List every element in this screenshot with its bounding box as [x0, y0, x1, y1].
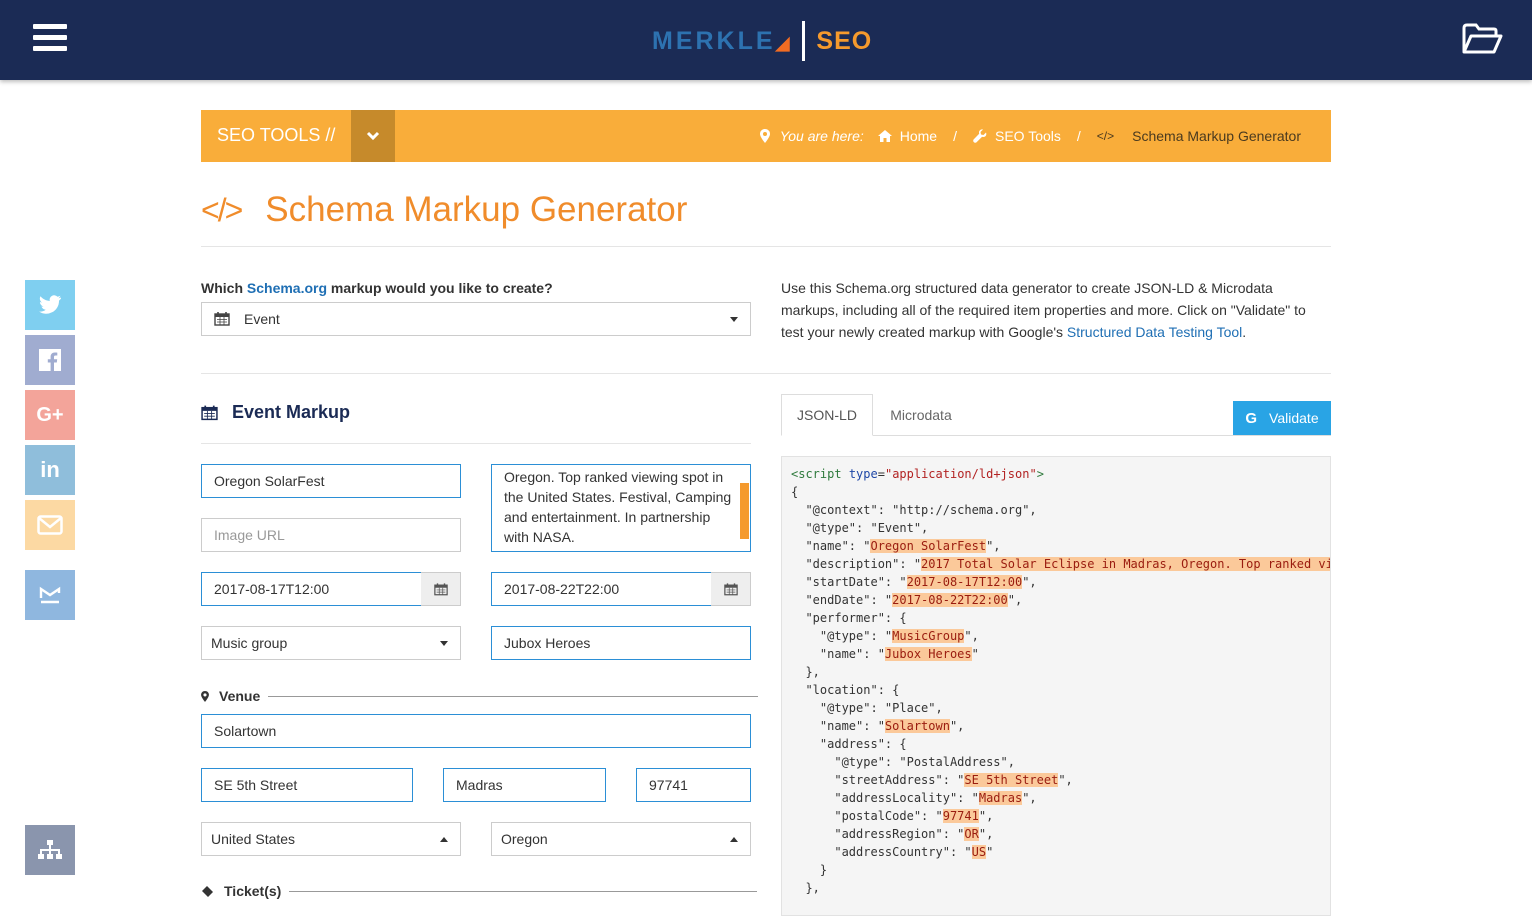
logo-seo-text: SEO	[816, 26, 873, 55]
page-title-text: Schema Markup Generator	[265, 190, 688, 229]
chevron-up-icon	[730, 837, 738, 842]
city-input[interactable]: Madras	[443, 768, 606, 802]
performer-name-input[interactable]: Jubox Heroes	[491, 626, 751, 660]
home-icon	[877, 130, 892, 142]
breadcrumb-current: Schema Markup Generator	[1132, 128, 1301, 144]
ticket-icon	[202, 885, 213, 897]
breadcrumb-bar: SEO TOOLS // You are here: Home / SEO To…	[201, 110, 1331, 162]
schema-question: Which Schema.org markup would you like t…	[201, 280, 553, 296]
venue-legend: Venue	[201, 688, 759, 704]
end-date-input[interactable]: 2017-08-22T22:00	[491, 572, 712, 606]
breadcrumb-seo-tools-link[interactable]: SEO Tools	[995, 128, 1061, 144]
calendar-icon	[201, 405, 218, 420]
tools-dropdown-button[interactable]	[351, 110, 395, 162]
venue-name-input[interactable]: Solartown	[201, 714, 751, 748]
breadcrumb-home-link[interactable]: Home	[900, 128, 937, 144]
calendar-icon[interactable]	[421, 572, 461, 606]
code-icon: </>	[1096, 129, 1115, 143]
sitemap-icon[interactable]	[25, 825, 75, 875]
calendar-icon[interactable]	[711, 572, 751, 606]
top-bar: MERKLE ◢ SEO	[0, 0, 1532, 80]
wrench-icon	[973, 129, 987, 143]
start-date-input[interactable]: 2017-08-17T12:00	[201, 572, 422, 606]
chevron-down-icon	[440, 641, 448, 646]
twitter-icon[interactable]	[25, 280, 75, 330]
chevron-up-icon	[440, 837, 448, 842]
merkle-seo-logo[interactable]: MERKLE ◢ SEO	[652, 20, 872, 62]
tickets-legend: Ticket(s)	[201, 883, 758, 899]
schema-type-select[interactable]: Event	[201, 302, 751, 336]
logo-merkle-text: MERKLE	[652, 26, 776, 55]
event-markup-title: Event Markup	[201, 402, 350, 423]
google-icon: G	[1245, 409, 1258, 427]
image-url-input[interactable]: Image URL	[201, 518, 461, 552]
postal-code-input[interactable]: 97741	[636, 768, 751, 802]
street-address-input[interactable]: SE 5th Street	[201, 768, 413, 802]
merkle-icon[interactable]	[25, 570, 75, 620]
chevron-down-icon	[366, 131, 380, 141]
calendar-icon	[214, 312, 230, 326]
map-marker-icon	[759, 129, 770, 143]
linkedin-icon[interactable]: in	[25, 445, 75, 495]
google-plus-icon[interactable]: G+	[25, 390, 75, 440]
structured-data-testing-tool-link[interactable]: Structured Data Testing Tool	[1067, 324, 1242, 340]
textarea-scrollbar[interactable]	[740, 483, 749, 539]
performer-type-select[interactable]: Music group	[201, 626, 461, 660]
folder-open-icon[interactable]	[1461, 22, 1503, 56]
region-select[interactable]: Oregon	[491, 822, 751, 856]
schema-type-value: Event	[244, 311, 280, 327]
code-icon: </>	[201, 191, 243, 228]
validate-button[interactable]: G Validate	[1233, 401, 1331, 435]
map-marker-icon	[201, 690, 209, 702]
tab-json-ld[interactable]: JSON-LD	[781, 394, 873, 436]
breadcrumb: You are here: Home / SEO Tools / </> Sch…	[759, 128, 1301, 144]
output-tabs: JSON-LD Microdata G Validate	[781, 394, 1331, 436]
schema-org-link[interactable]: Schema.org	[247, 280, 327, 296]
mail-icon[interactable]	[25, 500, 75, 550]
json-ld-code-output[interactable]: <script type="application/ld+json"> { "@…	[781, 456, 1331, 916]
facebook-icon[interactable]	[25, 335, 75, 385]
country-select[interactable]: United States	[201, 822, 461, 856]
you-are-here-label: You are here:	[779, 128, 864, 144]
intro-text: Use this Schema.org structured data gene…	[781, 280, 1306, 340]
hamburger-icon[interactable]	[33, 24, 67, 56]
chevron-down-icon	[730, 317, 738, 322]
page-title: </> Schema Markup Generator	[201, 190, 687, 230]
seo-tools-label[interactable]: SEO TOOLS //	[217, 125, 335, 146]
description-textarea[interactable]: Oregon. Top ranked viewing spot in the U…	[491, 464, 751, 552]
tab-microdata[interactable]: Microdata	[873, 394, 969, 436]
event-name-input[interactable]: Oregon SolarFest	[201, 464, 461, 498]
